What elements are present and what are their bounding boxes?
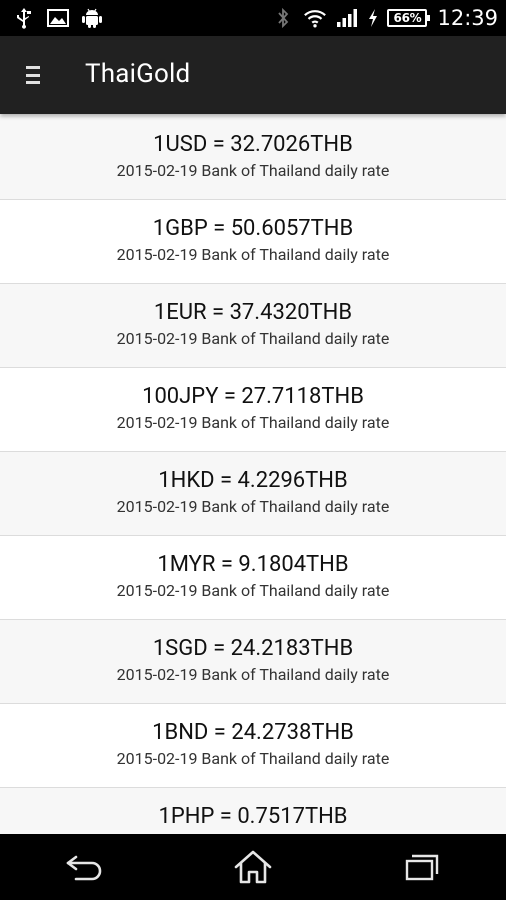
rate-value: 100JPY = 27.7118THB	[142, 384, 364, 409]
recents-icon	[405, 854, 438, 881]
list-item[interactable]: 1PHP = 0.7517THB	[0, 788, 506, 834]
rate-value: 1GBP = 50.6057THB	[152, 216, 354, 241]
status-bar-notifications	[12, 6, 104, 30]
rate-value: 1USD = 32.7026THB	[153, 132, 353, 157]
rate-source: 2015-02-19 Bank of Thailand daily rate	[116, 665, 390, 684]
rate-list[interactable]: 1USD = 32.7026THB 2015-02-19 Bank of Tha…	[0, 116, 506, 834]
recents-button[interactable]	[362, 834, 482, 900]
action-bar: ThaiGold	[0, 36, 506, 114]
usb-icon	[12, 6, 36, 30]
status-bar-system: 66% 12:39	[271, 6, 498, 30]
rate-value: 1EUR = 37.4320THB	[153, 300, 353, 325]
back-icon	[67, 855, 102, 881]
image-icon	[46, 6, 70, 30]
app-title: ThaiGold	[85, 59, 191, 89]
status-bar: 66% 12:39	[0, 0, 506, 36]
signal-icon	[335, 6, 359, 30]
charging-icon	[367, 6, 379, 30]
list-item[interactable]: 1USD = 32.7026THB 2015-02-19 Bank of Tha…	[0, 116, 506, 200]
rate-source: 2015-02-19 Bank of Thailand daily rate	[116, 413, 390, 432]
rate-value: 1HKD = 4.2296THB	[158, 468, 348, 493]
rate-source: 2015-02-19 Bank of Thailand daily rate	[116, 329, 390, 348]
rate-source: 2015-02-19 Bank of Thailand daily rate	[116, 245, 390, 264]
home-icon	[234, 850, 272, 884]
battery-level: 66%	[393, 11, 422, 25]
back-button[interactable]	[24, 834, 144, 900]
list-item[interactable]: 1GBP = 50.6057THB 2015-02-19 Bank of Tha…	[0, 200, 506, 284]
bluetooth-icon	[271, 6, 295, 30]
battery-icon: 66%	[387, 9, 431, 27]
android-icon	[80, 6, 104, 30]
menu-button[interactable]	[14, 56, 54, 94]
rate-source: 2015-02-19 Bank of Thailand daily rate	[116, 497, 390, 516]
list-item[interactable]: 100JPY = 27.7118THB 2015-02-19 Bank of T…	[0, 368, 506, 452]
rate-value: 1PHP = 0.7517THB	[158, 804, 348, 829]
clock: 12:39	[437, 6, 498, 30]
rate-value: 1MYR = 9.1804THB	[157, 552, 349, 577]
list-item[interactable]: 1EUR = 37.4320THB 2015-02-19 Bank of Tha…	[0, 284, 506, 368]
wifi-icon	[303, 6, 327, 30]
list-item[interactable]: 1MYR = 9.1804THB 2015-02-19 Bank of Thai…	[0, 536, 506, 620]
list-item[interactable]: 1BND = 24.2738THB 2015-02-19 Bank of Tha…	[0, 704, 506, 788]
menu-icon	[26, 66, 42, 84]
rate-value: 1SGD = 24.2183THB	[152, 636, 354, 661]
home-button[interactable]	[193, 834, 313, 900]
navigation-bar	[0, 834, 506, 900]
rate-source: 2015-02-19 Bank of Thailand daily rate	[116, 749, 390, 768]
rate-source: 2015-02-19 Bank of Thailand daily rate	[116, 161, 390, 180]
rate-source: 2015-02-19 Bank of Thailand daily rate	[116, 581, 390, 600]
list-item[interactable]: 1SGD = 24.2183THB 2015-02-19 Bank of Tha…	[0, 620, 506, 704]
rate-value: 1BND = 24.2738THB	[152, 720, 354, 745]
list-item[interactable]: 1HKD = 4.2296THB 2015-02-19 Bank of Thai…	[0, 452, 506, 536]
